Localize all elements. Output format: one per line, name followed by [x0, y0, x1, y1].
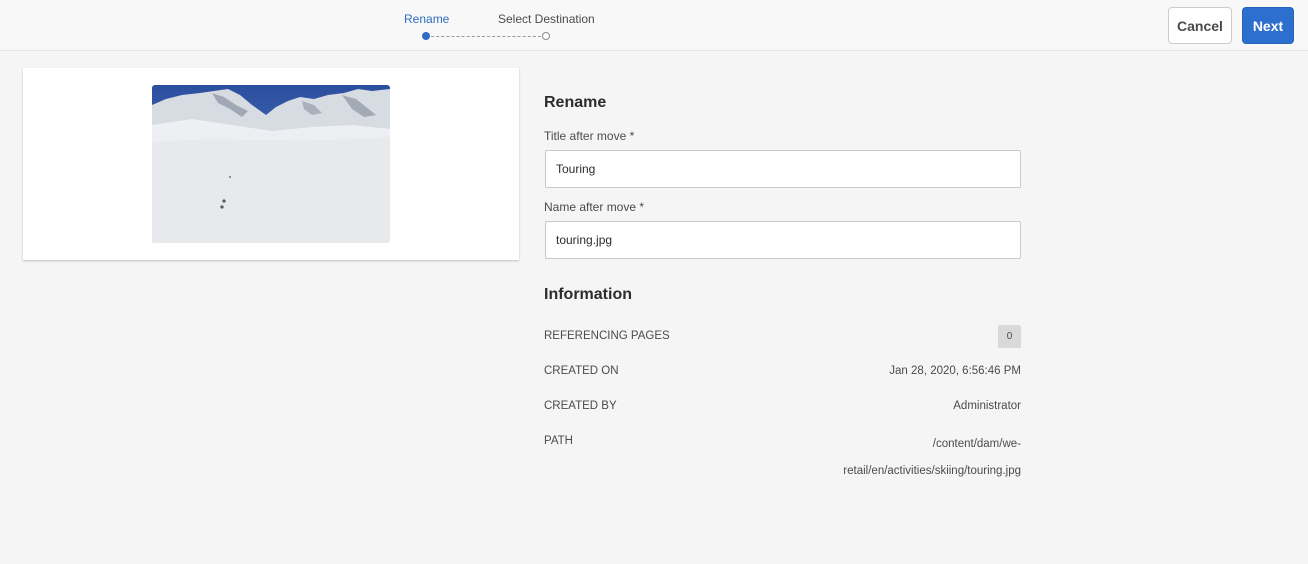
title-input[interactable]: [545, 150, 1021, 188]
step-rename-label: Rename: [404, 12, 450, 26]
path-label: PATH: [544, 435, 573, 447]
cancel-button[interactable]: Cancel: [1168, 7, 1232, 44]
path-value: /content/dam/we- retail/en/activities/sk…: [761, 431, 1021, 485]
created-on-value: Jan 28, 2020, 6:56:46 PM: [889, 365, 1021, 377]
wizard-header: Rename Select Destination Cancel Next: [0, 0, 1308, 51]
path-value-line-1: /content/dam/we-: [932, 438, 1021, 450]
created-by-value: Administrator: [953, 400, 1021, 412]
step-progress-track: [426, 36, 546, 37]
created-on-label: CREATED ON: [544, 365, 619, 377]
path-value-line-2: retail/en/activities/skiing/touring.jpg: [843, 465, 1021, 477]
information-heading: Information: [544, 286, 632, 303]
asset-thumbnail: [152, 85, 390, 243]
next-button[interactable]: Next: [1242, 7, 1294, 44]
created-by-label: CREATED BY: [544, 400, 617, 412]
title-field-label: Title after move *: [544, 129, 635, 143]
step-select-destination-dot: [542, 32, 550, 40]
step-select-destination-label: Select Destination: [498, 12, 595, 26]
referencing-pages-count-badge: 0: [998, 325, 1021, 348]
name-field-label: Name after move *: [544, 200, 645, 214]
step-rename-dot: [422, 32, 430, 40]
name-input[interactable]: [545, 221, 1021, 259]
snowy-mountain-image: [152, 85, 390, 243]
referencing-pages-label: REFERENCING PAGES: [544, 330, 670, 342]
asset-preview-card: [23, 68, 519, 260]
rename-heading: Rename: [544, 94, 607, 111]
